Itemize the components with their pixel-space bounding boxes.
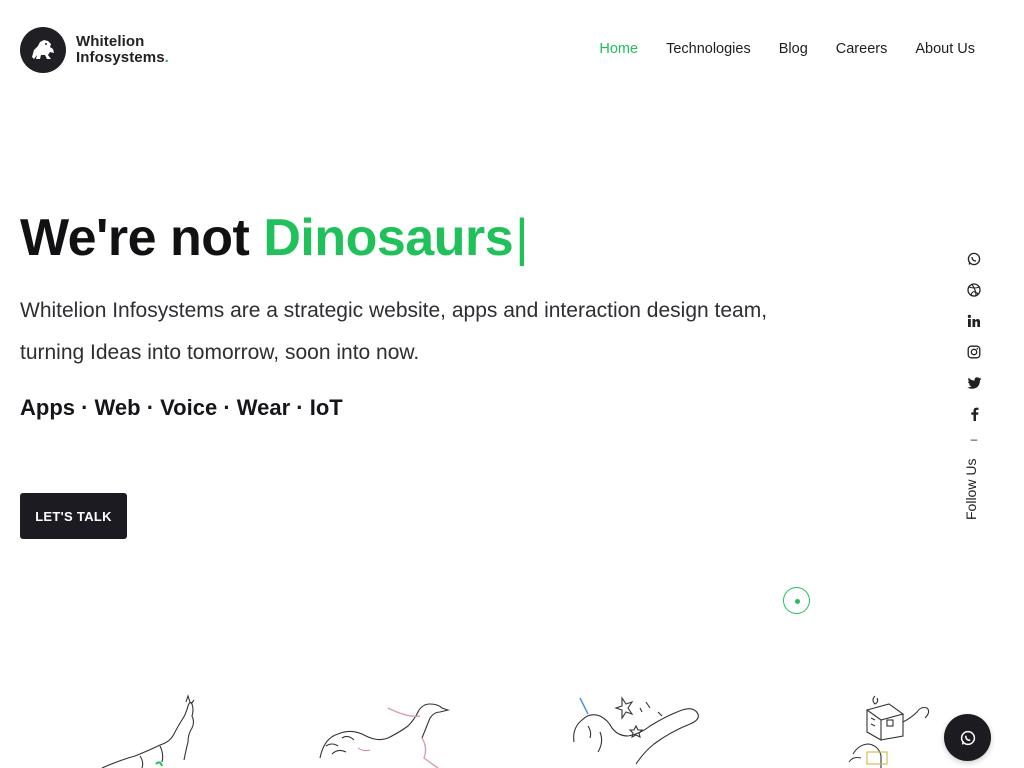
hero-tags: Apps · Web · Voice · Wear · IoT [20,395,343,420]
nav-item-technologies[interactable]: Technologies [666,41,751,57]
nav-item-careers[interactable]: Careers [836,41,888,57]
nav-item-blog[interactable]: Blog [779,41,808,57]
instagram-icon[interactable] [962,341,986,363]
hero-description: Whitelion Infosystems are a strategic we… [20,290,820,374]
scroll-indicator[interactable] [783,587,810,614]
hero-description-line1: Whitelion Infosystems are a strategic we… [20,299,768,322]
nav-item-about-us[interactable]: About Us [915,41,975,57]
lets-talk-button[interactable]: LET'S TALK [20,493,127,539]
dribbble-icon[interactable] [962,279,986,301]
lion-logo-icon [20,27,66,73]
site-header: Whitelion Infosystems. Home Technologies… [0,0,1024,100]
whatsapp-icon[interactable] [962,248,986,270]
brand-name-dot: . [164,49,169,66]
main-nav: Home Technologies Blog Careers About Us [571,41,975,57]
hero-title-prefix: We're not [20,209,264,267]
typing-cursor: | [515,209,529,267]
linkedin-icon[interactable] [962,310,986,332]
facebook-icon[interactable] [962,403,986,425]
hero-title: We're not Dinosaurs| [20,208,529,268]
twitter-icon[interactable] [962,372,986,394]
hero-description-line2: turning Ideas into tomorrow, soon into n… [20,341,420,364]
whatsapp-icon [960,730,975,745]
social-divider: – [970,432,978,446]
brand-name-line2: Infosystems [76,49,165,66]
brand-name-line1: Whitelion [76,33,145,50]
wolf-illustration [100,690,210,768]
hero-title-accent: Dinosaurs [263,209,514,267]
unicorn-illustration [570,692,705,768]
follow-us-label: Follow Us [963,458,979,520]
social-links: – [962,248,986,446]
brand-logo[interactable]: Whitelion Infosystems. [20,27,169,73]
ostrich-illustration [318,698,453,768]
whatsapp-chat-button[interactable] [944,714,991,761]
brand-name: Whitelion Infosystems. [76,34,169,66]
robot-illustration [845,694,935,768]
nav-item-home[interactable]: Home [599,41,638,57]
